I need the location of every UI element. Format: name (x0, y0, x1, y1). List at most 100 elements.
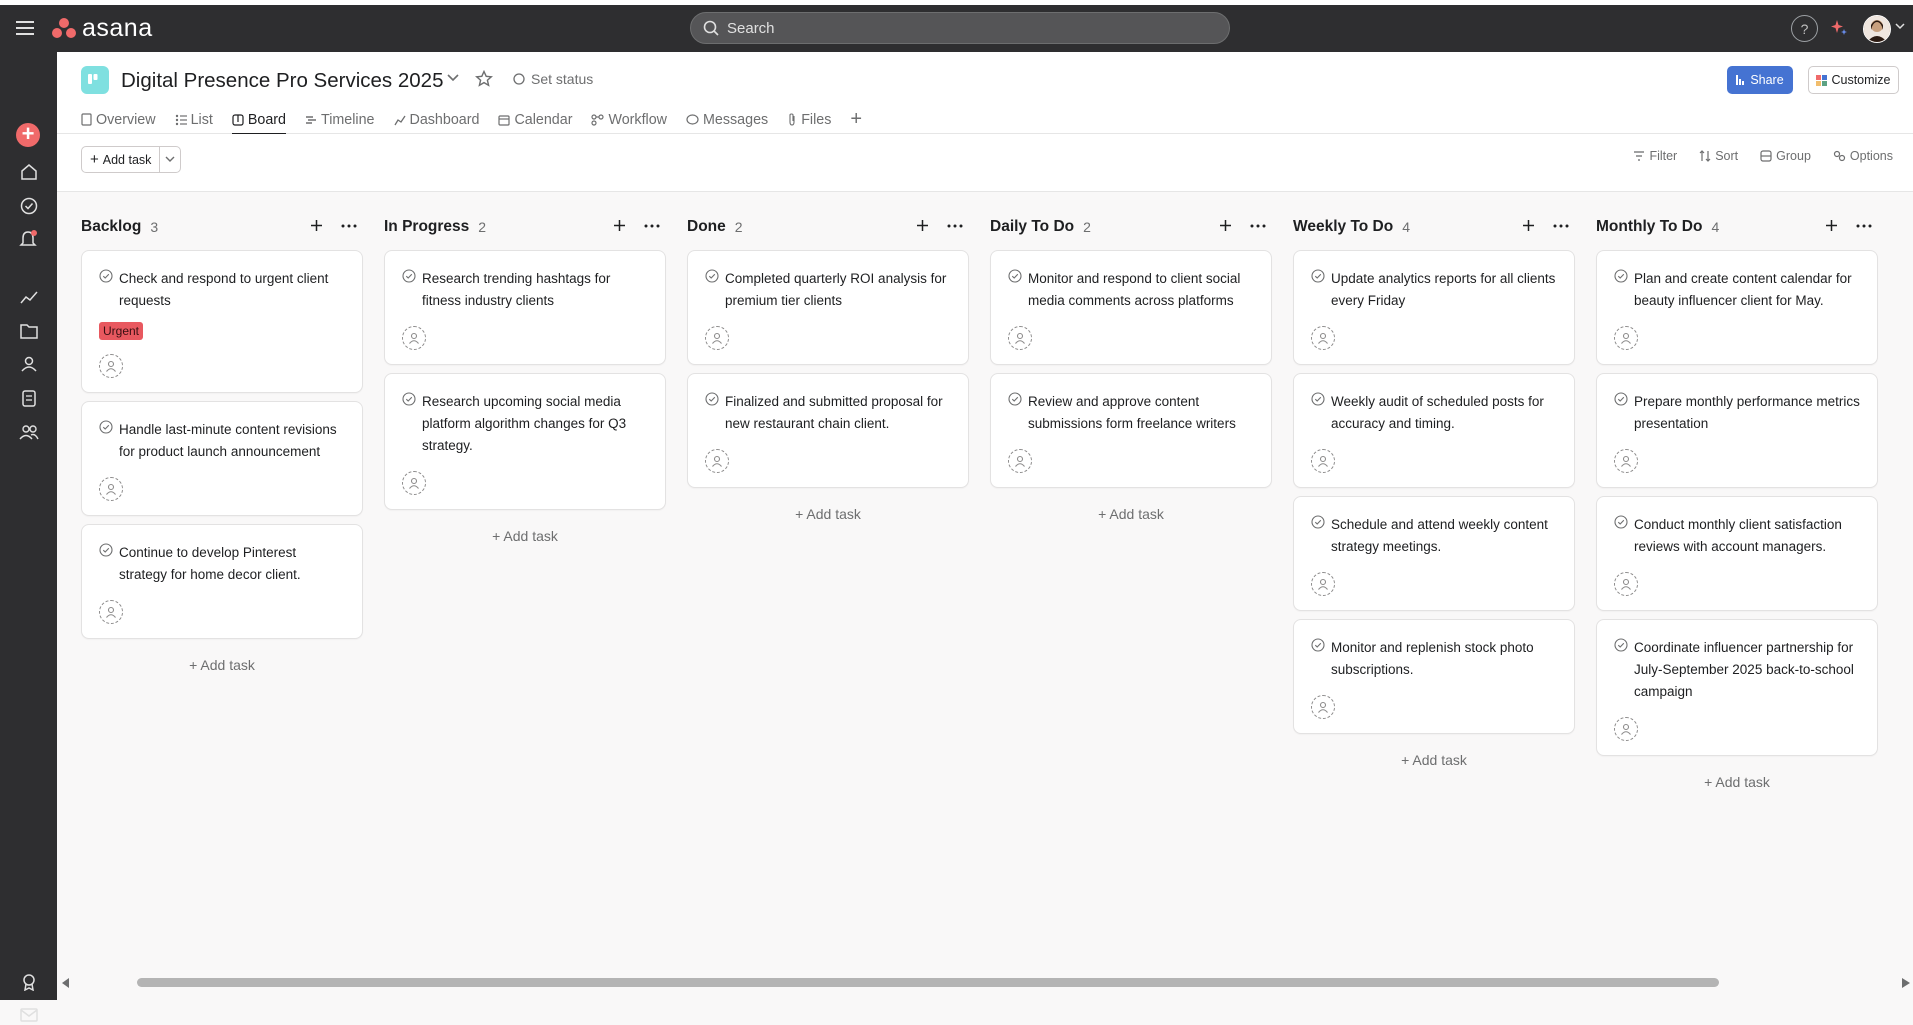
task-card[interactable]: Check and respond to urgent client reque… (81, 250, 363, 393)
add-task-link[interactable]: + Add task (81, 647, 363, 683)
add-task-plus-icon[interactable] (613, 219, 626, 232)
add-task-plus-icon[interactable] (1522, 219, 1535, 232)
assignee-icon[interactable] (99, 354, 123, 378)
column-more-icon[interactable] (947, 224, 963, 228)
tab-files[interactable]: Files (787, 105, 831, 134)
complete-check-icon[interactable] (1311, 515, 1325, 529)
tab-dashboard[interactable]: Dashboard (393, 105, 479, 134)
column-title[interactable]: Backlog (81, 218, 141, 236)
goals-icon[interactable] (18, 387, 39, 408)
assignee-icon[interactable] (1311, 449, 1335, 473)
assignee-icon[interactable] (1008, 449, 1032, 473)
task-card[interactable]: Finalized and submitted proposal for new… (687, 373, 969, 488)
complete-check-icon[interactable] (402, 392, 416, 406)
filter-button[interactable]: Filter (1633, 149, 1677, 163)
column-header[interactable]: Backlog 3 (81, 212, 363, 242)
complete-check-icon[interactable] (1311, 638, 1325, 652)
column-more-icon[interactable] (341, 224, 357, 228)
task-card[interactable]: Research trending hashtags for fitness i… (384, 250, 666, 365)
search-bar[interactable]: Search (690, 12, 1230, 44)
group-button[interactable]: Group (1760, 149, 1811, 163)
complete-check-icon[interactable] (1008, 269, 1022, 283)
complete-check-icon[interactable] (705, 269, 719, 283)
complete-check-icon[interactable] (1311, 269, 1325, 283)
options-button[interactable]: Options (1833, 149, 1893, 163)
column-header[interactable]: Done 2 (687, 212, 969, 242)
column-more-icon[interactable] (1250, 224, 1266, 228)
chevron-down-icon[interactable] (1895, 23, 1905, 30)
complete-check-icon[interactable] (99, 269, 113, 283)
customize-button[interactable]: Customize (1808, 66, 1899, 94)
scroll-right-arrow-icon[interactable] (1902, 978, 1910, 988)
user-avatar[interactable] (1863, 15, 1891, 43)
task-card[interactable]: Handle last-minute content revisions for… (81, 401, 363, 516)
tab-workflow[interactable]: Workflow (591, 105, 667, 134)
my-tasks-icon[interactable] (18, 195, 39, 216)
column-title[interactable]: In Progress (384, 218, 469, 236)
task-card[interactable]: Research upcoming social media platform … (384, 373, 666, 510)
add-task-plus-icon[interactable] (1825, 219, 1838, 232)
tab-messages[interactable]: Messages (686, 105, 768, 134)
complete-check-icon[interactable] (705, 392, 719, 406)
column-more-icon[interactable] (644, 224, 660, 228)
project-title[interactable]: Digital Presence Pro Services 2025 (121, 69, 443, 93)
portfolios-icon[interactable] (18, 353, 39, 374)
project-board-icon[interactable] (81, 66, 109, 94)
assignee-icon[interactable] (1614, 326, 1638, 350)
assignee-icon[interactable] (1614, 449, 1638, 473)
column-header[interactable]: Weekly To Do 4 (1293, 212, 1575, 242)
inbox-icon[interactable] (18, 228, 39, 249)
complete-check-icon[interactable] (1614, 515, 1628, 529)
tab-timeline[interactable]: Timeline (305, 105, 375, 134)
assignee-icon[interactable] (1311, 695, 1335, 719)
add-task-plus-icon[interactable] (916, 219, 929, 232)
complete-check-icon[interactable] (402, 269, 416, 283)
complete-check-icon[interactable] (1008, 392, 1022, 406)
column-title[interactable]: Done (687, 218, 726, 236)
task-card[interactable]: Coordinate influencer partnership for Ju… (1596, 619, 1878, 756)
assignee-icon[interactable] (705, 449, 729, 473)
assignee-icon[interactable] (99, 477, 123, 501)
complete-check-icon[interactable] (99, 420, 113, 434)
assignee-icon[interactable] (1008, 326, 1032, 350)
column-title[interactable]: Weekly To Do (1293, 218, 1393, 236)
task-card[interactable]: Continue to develop Pinterest strategy f… (81, 524, 363, 639)
scrollbar-thumb[interactable] (137, 978, 1719, 987)
share-button[interactable]: Share (1727, 66, 1793, 94)
add-task-link[interactable]: + Add task (384, 518, 666, 554)
mail-icon[interactable] (18, 1004, 39, 1025)
task-card[interactable]: Schedule and attend weekly content strat… (1293, 496, 1575, 611)
reporting-icon[interactable] (18, 286, 39, 307)
add-task-link[interactable]: + Add task (1293, 742, 1575, 778)
scroll-left-arrow-icon[interactable] (62, 978, 70, 988)
assignee-icon[interactable] (1311, 572, 1335, 596)
sort-button[interactable]: Sort (1699, 149, 1738, 163)
tab-list[interactable]: List (175, 105, 213, 134)
add-task-link[interactable]: + Add task (1596, 764, 1878, 800)
assignee-icon[interactable] (402, 471, 426, 495)
teams-icon[interactable] (18, 421, 39, 442)
complete-check-icon[interactable] (1614, 638, 1628, 652)
task-card[interactable]: Conduct monthly client satisfaction revi… (1596, 496, 1878, 611)
tab-board[interactable]: Board (231, 105, 287, 135)
add-task-link[interactable]: + Add task (990, 496, 1272, 532)
complete-check-icon[interactable] (1614, 392, 1628, 406)
home-icon[interactable] (18, 161, 39, 182)
complete-check-icon[interactable] (99, 543, 113, 557)
task-card[interactable]: Review and approve content submissions f… (990, 373, 1272, 488)
assignee-icon[interactable] (99, 600, 123, 624)
task-card[interactable]: Update analytics reports for all clients… (1293, 250, 1575, 365)
add-tab-button[interactable]: + (850, 105, 862, 134)
column-more-icon[interactable] (1553, 224, 1569, 228)
column-header[interactable]: Daily To Do 2 (990, 212, 1272, 242)
help-button[interactable]: ? (1791, 15, 1818, 42)
add-task-button[interactable]: + Add task (82, 147, 161, 172)
tab-calendar[interactable]: Calendar (498, 105, 572, 134)
add-task-plus-icon[interactable] (310, 219, 323, 232)
task-card[interactable]: Prepare monthly performance metrics pres… (1596, 373, 1878, 488)
assignee-icon[interactable] (1311, 326, 1335, 350)
assignee-icon[interactable] (705, 326, 729, 350)
column-title[interactable]: Monthly To Do (1596, 218, 1702, 236)
add-task-link[interactable]: + Add task (687, 496, 969, 532)
task-card[interactable]: Completed quarterly ROI analysis for pre… (687, 250, 969, 365)
